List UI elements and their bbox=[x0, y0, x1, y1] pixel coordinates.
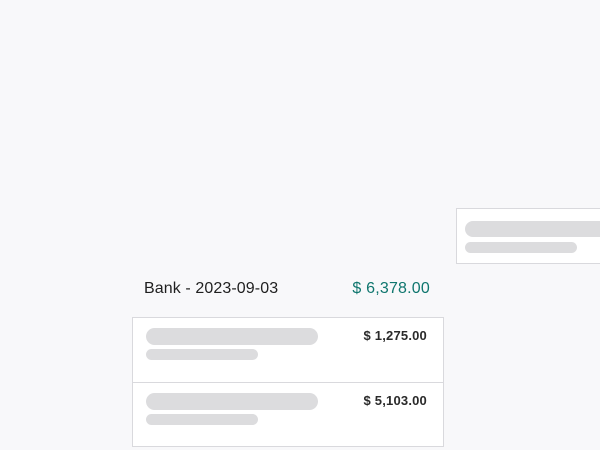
transaction-row[interactable]: $ 5,103.00 bbox=[133, 382, 443, 446]
transaction-amount: $ 5,103.00 bbox=[363, 393, 427, 408]
skeleton-subtitle-bar bbox=[146, 349, 258, 360]
skeleton-title-bar bbox=[465, 221, 600, 237]
transaction-group-header: Bank - 2023-09-03 $ 6,378.00 bbox=[144, 278, 430, 302]
skeleton-subtitle-bar bbox=[465, 242, 577, 253]
transaction-amount: $ 1,275.00 bbox=[363, 328, 427, 343]
loading-card-placeholder bbox=[456, 208, 600, 264]
skeleton-subtitle-bar bbox=[146, 414, 258, 425]
group-total-amount: $ 6,378.00 bbox=[352, 280, 430, 297]
transaction-row[interactable]: $ 1,275.00 bbox=[133, 318, 443, 382]
skeleton-title-bar bbox=[146, 393, 318, 410]
transaction-list: $ 1,275.00 $ 5,103.00 bbox=[132, 317, 444, 447]
group-title: Bank - 2023-09-03 bbox=[144, 280, 279, 297]
skeleton-title-bar bbox=[146, 328, 318, 345]
